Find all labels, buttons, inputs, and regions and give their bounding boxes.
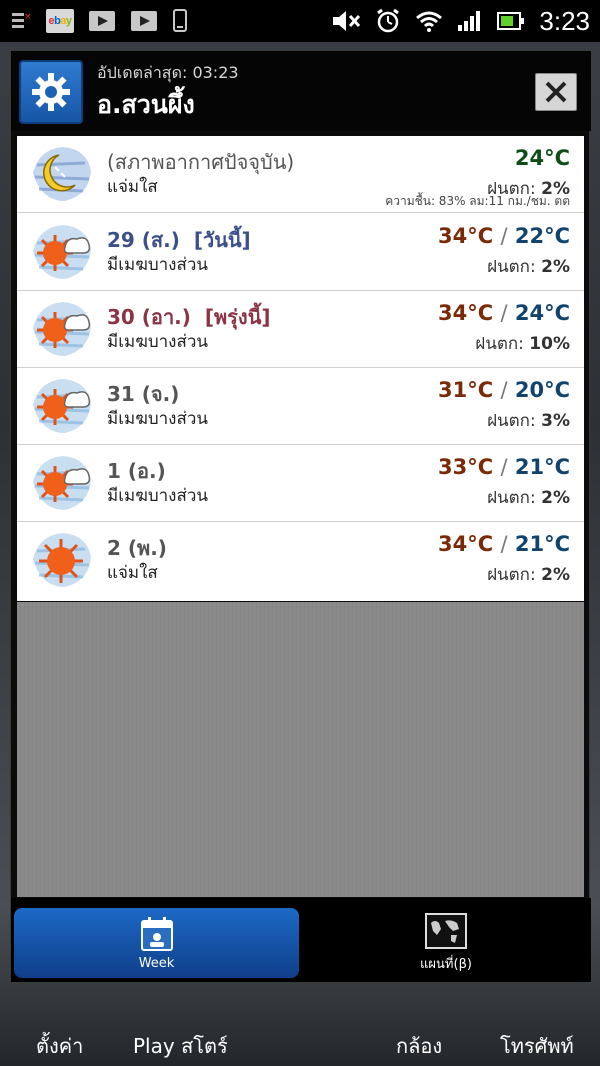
close-icon <box>545 81 567 103</box>
forecast-condition: มีเมฆบางส่วน <box>107 409 209 429</box>
youtube-icon <box>130 9 158 33</box>
tab-week-label: Week <box>138 955 175 971</box>
ebay-letter-y: y <box>65 15 72 27</box>
rain-label: ฝนตก: <box>487 565 536 585</box>
day-date: 2 (พ.) <box>107 536 167 560</box>
partly-cloudy-icon <box>33 302 91 356</box>
youtube-icon <box>88 9 116 33</box>
forecast-temps: 33°C / 21°C <box>438 455 570 479</box>
svg-text:×: × <box>24 12 32 22</box>
day-tag: [พรุ่งนี้] <box>204 305 271 329</box>
dock-phone-label[interactable]: โทรศัพท์ <box>500 1030 574 1062</box>
status-clock: 3:23 <box>539 5 590 36</box>
forecast-row[interactable]: 2 (พ.) แจ่มใส 34°C / 21°C ฝนตก: 2% <box>17 522 584 599</box>
rain-value: 2% <box>541 488 570 508</box>
tab-map-label: แผนที่(β) <box>420 956 472 972</box>
day-date: 31 (จ.) <box>107 382 180 406</box>
temp-separator: / <box>500 378 508 402</box>
forecast-rain: ฝนตก: 2% <box>487 253 570 280</box>
current-temp: 24°C <box>515 146 570 170</box>
rain-value: 10% <box>529 334 570 354</box>
tab-map[interactable]: แผนที่(β) <box>311 908 581 978</box>
rain-value: 3% <box>541 411 570 431</box>
rain-label: ฝนตก: <box>487 257 536 277</box>
forecast-row[interactable]: 31 (จ.) มีเมฆบางส่วน 31°C / 20°C ฝนตก: 3… <box>17 368 584 445</box>
forecast-rain: ฝนตก: 2% <box>487 561 570 588</box>
current-conditions-row[interactable]: (สภาพอากาศปัจจุบัน) แจ่มใส 24°C ฝนตก: 2%… <box>17 136 584 213</box>
temp-high: 34°C <box>438 301 494 325</box>
temp-low: 21°C <box>514 455 570 479</box>
temp-high: 31°C <box>438 378 494 402</box>
forecast-condition: มีเมฆบางส่วน <box>107 255 209 275</box>
status-bar: × ebay 3:23 <box>0 0 600 42</box>
dock-camera-label[interactable]: กล้อง <box>396 1030 442 1062</box>
settings-button[interactable] <box>19 60 83 124</box>
day-date: 29 (ส.) <box>107 228 180 252</box>
partly-cloudy-icon <box>33 379 91 433</box>
ebay-icon: ebay <box>46 9 74 33</box>
forecast-list: (สภาพอากาศปัจจุบัน) แจ่มใส 24°C ฝนตก: 2%… <box>17 136 584 601</box>
map-icon <box>425 912 467 949</box>
rain-label: ฝนตก: <box>487 488 536 508</box>
calendar-icon <box>140 916 173 951</box>
phone-icon <box>172 9 188 33</box>
tab-week[interactable]: Week <box>14 908 299 978</box>
bottom-nav: Week แผนที่(β) <box>11 898 591 982</box>
forecast-rain: ฝนตก: 2% <box>487 484 570 511</box>
mute-icon <box>331 9 361 33</box>
clear-night-icon <box>33 147 91 201</box>
current-temp-value: 24°C <box>514 146 570 170</box>
forecast-condition: มีเมฆบางส่วน <box>107 486 209 506</box>
forecast-row[interactable]: 29 (ส.) [วันนี้] มีเมฆบางส่วน 34°C / 22°… <box>17 214 584 291</box>
temp-high: 33°C <box>438 455 494 479</box>
temp-separator: / <box>500 224 508 248</box>
temp-low: 22°C <box>514 224 570 248</box>
location-name: อ.สวนผึ้ง <box>97 90 195 119</box>
dock-play-store-label[interactable]: Play สโตร์ <box>133 1030 228 1062</box>
forecast-condition: มีเมฆบางส่วน <box>107 332 209 352</box>
current-condition: แจ่มใส <box>107 177 158 197</box>
signal-icon <box>457 9 483 33</box>
gear-icon <box>32 73 70 111</box>
day-date: 30 (อา.) <box>107 305 191 329</box>
forecast-condition: แจ่มใส <box>107 563 158 583</box>
forecast-temps: 34°C / 24°C <box>438 301 570 325</box>
forecast-temps: 31°C / 20°C <box>438 378 570 402</box>
temp-separator: / <box>500 455 508 479</box>
weather-widget: อัปเดตล่าสุด: 03:23 อ.สวนผึ้ง (สภาพอากาศ… <box>10 50 591 983</box>
close-button[interactable] <box>535 73 577 111</box>
forecast-rain: ฝนตก: 10% <box>475 330 570 357</box>
widget-header: อัปเดตล่าสุด: 03:23 อ.สวนผึ้ง <box>11 51 591 131</box>
rain-label: ฝนตก: <box>475 334 524 354</box>
rain-value: 2% <box>541 257 570 277</box>
home-dock: ตั้งค่า Play สโตร์ กล้อง โทรศัพท์ <box>0 985 600 1066</box>
forecast-rain: ฝนตก: 3% <box>487 407 570 434</box>
current-extra-info: ความชื้น: 83% ลม:11 กม./ชม. ตต <box>385 194 570 208</box>
partly-cloudy-icon <box>33 456 91 510</box>
temp-separator: / <box>500 301 508 325</box>
temp-separator: / <box>500 532 508 556</box>
forecast-temps: 34°C / 21°C <box>438 532 570 556</box>
bars-notification-icon: × <box>10 10 32 32</box>
day-tag: [วันนี้] <box>193 228 251 252</box>
last-updated-label: อัปเดตล่าสุด: 03:23 <box>97 63 239 82</box>
temp-high: 34°C <box>438 532 494 556</box>
day-date: 1 (อ.) <box>107 459 166 483</box>
rain-value: 2% <box>541 565 570 585</box>
temp-low: 21°C <box>514 532 570 556</box>
partly-cloudy-icon <box>33 225 91 279</box>
temp-low: 24°C <box>514 301 570 325</box>
rain-label: ฝนตก: <box>487 411 536 431</box>
forecast-temps: 34°C / 22°C <box>438 224 570 248</box>
battery-icon <box>497 10 525 32</box>
wifi-icon <box>415 9 443 33</box>
alarm-icon <box>375 8 401 34</box>
temp-low: 20°C <box>514 378 570 402</box>
widget-empty-area <box>17 602 584 897</box>
forecast-row[interactable]: 30 (อา.) [พรุ่งนี้] มีเมฆบางส่วน 34°C / … <box>17 291 584 368</box>
dock-settings-label[interactable]: ตั้งค่า <box>36 1030 83 1062</box>
forecast-row[interactable]: 1 (อ.) มีเมฆบางส่วน 33°C / 21°C ฝนตก: 2% <box>17 445 584 522</box>
temp-high: 34°C <box>438 224 494 248</box>
sunny-icon <box>33 533 91 587</box>
